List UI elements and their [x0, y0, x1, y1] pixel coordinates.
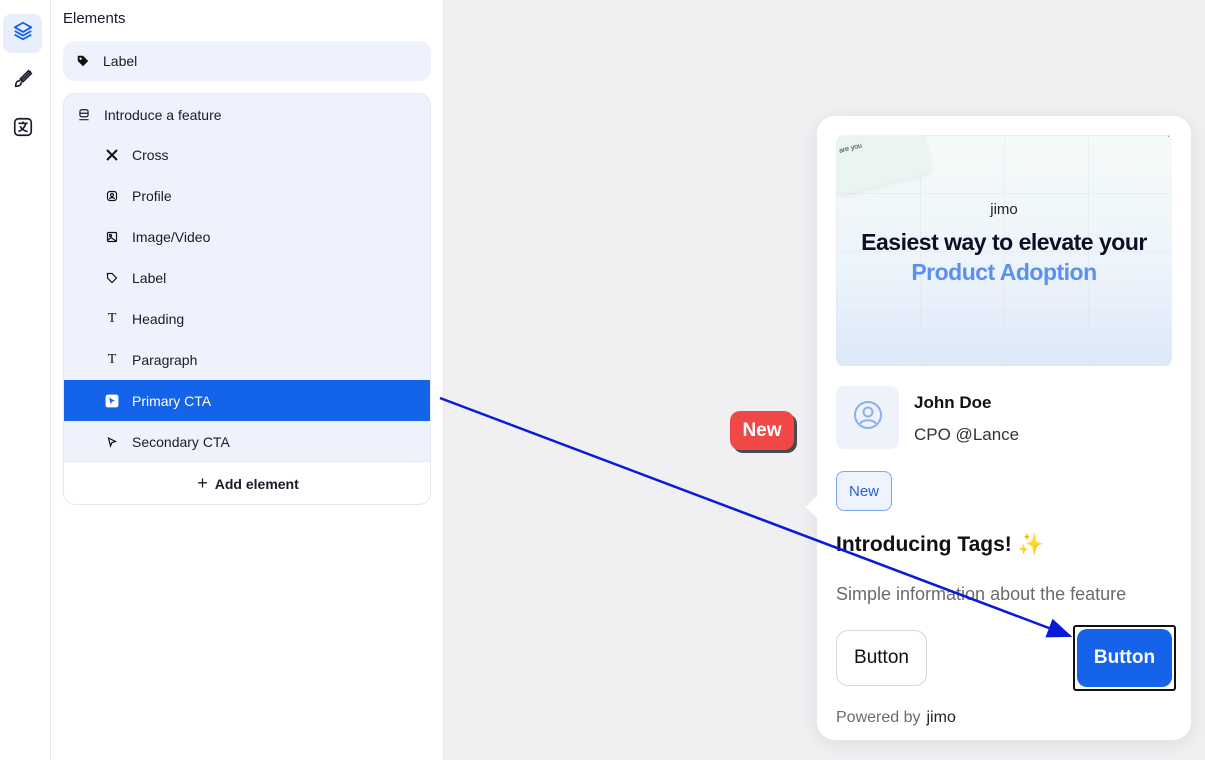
style-button[interactable]: [3, 62, 42, 101]
element-item-label: Label: [132, 269, 167, 286]
cross-icon: [104, 147, 120, 163]
profile-name: John Doe: [914, 393, 992, 412]
media-headline-2: Product Adoption: [911, 259, 1097, 285]
primary-cta-button[interactable]: Button: [1077, 629, 1172, 687]
tour-heading: Introducing Tags! ✨: [836, 533, 1044, 556]
plus-icon: +: [197, 473, 208, 493]
brand-logo: jimo: [926, 709, 956, 726]
translate-button[interactable]: [3, 110, 42, 149]
element-item-label: Secondary CTA: [132, 433, 230, 450]
element-item-paragraph[interactable]: T Paragraph: [64, 339, 430, 380]
profile-icon: [104, 188, 120, 204]
element-item-profile[interactable]: Profile: [64, 175, 430, 216]
element-label-group[interactable]: Label: [63, 41, 431, 81]
feature-tag: New: [836, 471, 892, 511]
element-item-secondary-cta[interactable]: Secondary CTA: [64, 421, 430, 462]
powered-by-text: Powered by: [836, 709, 921, 726]
element-item-cross[interactable]: Cross: [64, 134, 430, 175]
profile-role: CPO @Lance: [914, 425, 1020, 444]
element-label-text: Label: [103, 53, 138, 69]
tour-paragraph: Simple information about the feature: [836, 584, 1127, 604]
element-item-primary-cta[interactable]: Primary CTA: [64, 380, 430, 421]
element-item-label: Primary CTA: [132, 392, 212, 409]
feature-media: are you jimo Easiest way to elevate your…: [836, 135, 1172, 366]
group-header-label: Introduce a feature: [104, 106, 222, 123]
elements-panel: Elements Label Introduce a feature Cross…: [51, 0, 444, 760]
label-icon: [75, 53, 91, 69]
brush-icon: [12, 68, 34, 95]
element-item-image-video[interactable]: Image/Video: [64, 216, 430, 257]
add-element-label: Add element: [214, 475, 299, 492]
tag-icon: [104, 270, 120, 286]
add-element-button[interactable]: + Add element: [64, 461, 430, 504]
media-corner-text: are you: [838, 142, 863, 155]
paragraph-icon: T: [107, 351, 117, 367]
element-group-introduce-feature: Introduce a feature Cross Profile Image/…: [63, 93, 431, 505]
translate-icon: [12, 116, 34, 143]
secondary-cta-button[interactable]: Button: [836, 630, 927, 686]
cursor-icon: [104, 393, 120, 409]
user-icon: [852, 399, 884, 436]
media-logo: jimo: [990, 201, 1018, 218]
step-icon: [76, 107, 92, 123]
powered-by: Powered by jimo: [836, 709, 956, 727]
image-icon: [104, 229, 120, 245]
panel-title: Elements: [63, 10, 126, 27]
element-item-heading[interactable]: T Heading: [64, 298, 430, 339]
tour-pointer: [805, 495, 829, 519]
layers-button[interactable]: [3, 14, 42, 53]
element-item-label: Image/Video: [132, 228, 211, 245]
icon-rail: [0, 0, 51, 760]
layers-icon: [12, 20, 34, 47]
element-item-label: Paragraph: [132, 351, 198, 368]
media-headline-1: Easiest way to elevate your: [861, 229, 1147, 255]
element-item-label: Heading: [132, 310, 185, 327]
heading-icon: T: [107, 310, 117, 326]
cursor-icon: [104, 434, 120, 450]
tour-card: are you jimo Easiest way to elevate your…: [805, 116, 1191, 740]
element-item-label: Profile: [132, 187, 172, 204]
element-item-label[interactable]: Label: [64, 257, 430, 298]
group-header-introduce-feature[interactable]: Introduce a feature: [64, 94, 430, 135]
hotspot-new-badge[interactable]: New: [730, 411, 794, 450]
avatar: [836, 386, 899, 449]
element-item-label: Cross: [132, 146, 169, 163]
